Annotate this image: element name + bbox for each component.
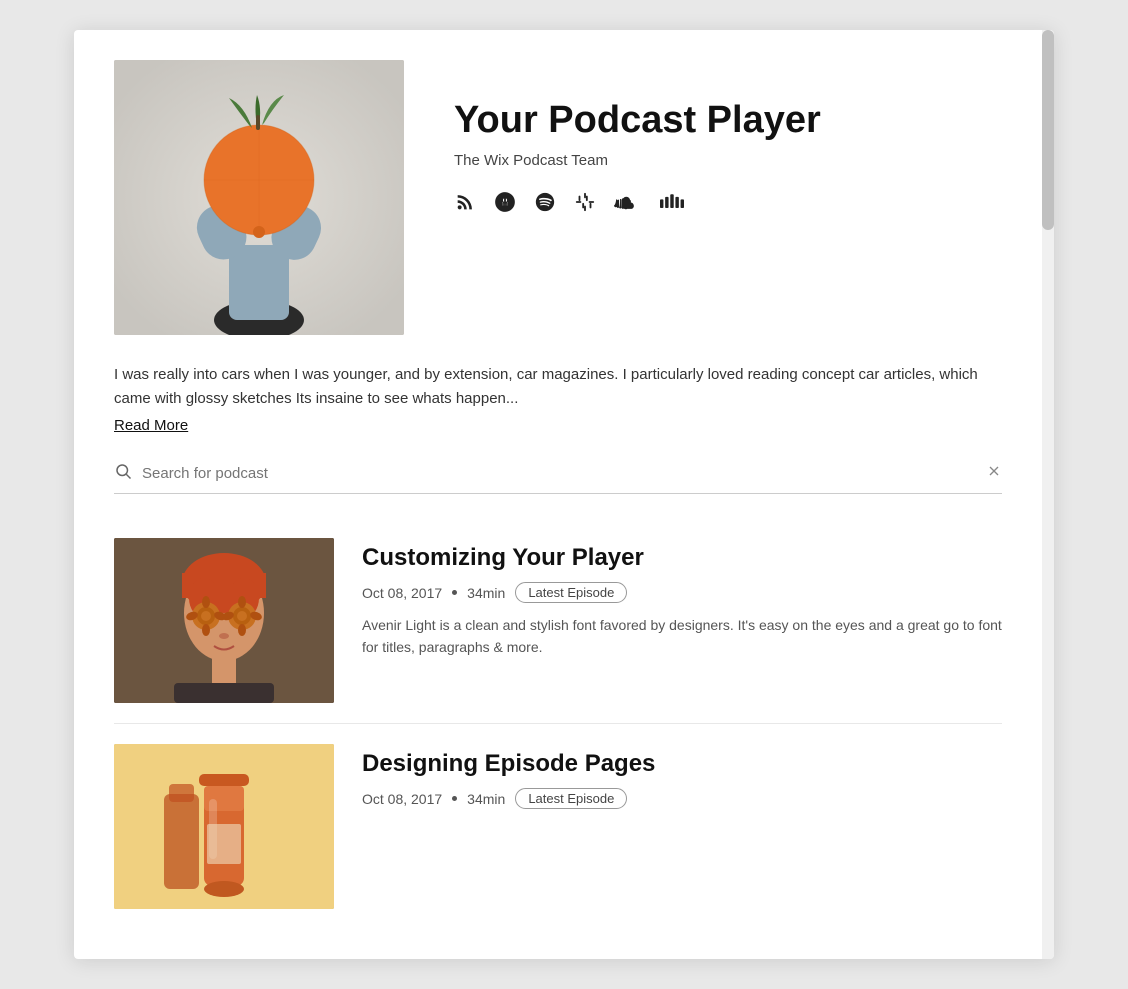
rss-icon[interactable] [454,191,476,219]
episode-2-info: Designing Episode Pages Oct 08, 2017 34m… [362,744,1002,821]
podcast-info: Your Podcast Player The Wix Podcast Team [454,60,1002,219]
scrollbar[interactable] [1042,30,1054,959]
episode-1-image [114,538,334,703]
podcast-description: I was really into cars when I was younge… [114,363,1002,411]
read-more-link[interactable]: Read More [114,417,188,434]
episode-2-duration: 34min [467,791,505,807]
episode-2-meta: Oct 08, 2017 34min Latest Episode [362,788,1002,809]
episode-1-title: Customizing Your Player [362,544,1002,572]
episode-1-badge: Latest Episode [515,582,627,603]
header-section: Your Podcast Player The Wix Podcast Team [114,60,1002,335]
search-input[interactable] [142,465,976,482]
podcast-platform-icons [454,191,1002,219]
google-podcasts-icon[interactable] [574,191,596,219]
episode-1-dot [452,590,457,595]
episode-2-image [114,744,334,909]
episode-1-description: Avenir Light is a clean and stylish font… [362,615,1002,658]
podcast-title: Your Podcast Player [454,100,1002,142]
podcast-cover-image [114,60,404,335]
episode-1-date: Oct 08, 2017 [362,585,442,601]
deezer-icon[interactable] [660,191,684,219]
episode-1-duration: 34min [467,585,505,601]
spotify-icon[interactable] [534,191,556,219]
search-icon [114,462,132,485]
soundcloud-icon[interactable] [614,191,642,219]
episode-1-meta: Oct 08, 2017 34min Latest Episode [362,582,1002,603]
search-clear-button[interactable] [986,463,1002,484]
apple-podcasts-icon[interactable] [494,191,516,219]
search-bar [114,462,1002,494]
episode-item-2: Designing Episode Pages Oct 08, 2017 34m… [114,724,1002,929]
episode-2-date: Oct 08, 2017 [362,791,442,807]
episode-2-dot [452,796,457,801]
episode-item-1: Customizing Your Player Oct 08, 2017 34m… [114,518,1002,724]
episode-2-badge: Latest Episode [515,788,627,809]
scrollbar-thumb[interactable] [1042,30,1054,230]
podcast-author: The Wix Podcast Team [454,152,1002,169]
episode-1-info: Customizing Your Player Oct 08, 2017 34m… [362,538,1002,658]
episode-2-title: Designing Episode Pages [362,750,1002,778]
main-window: Your Podcast Player The Wix Podcast Team [74,30,1054,959]
